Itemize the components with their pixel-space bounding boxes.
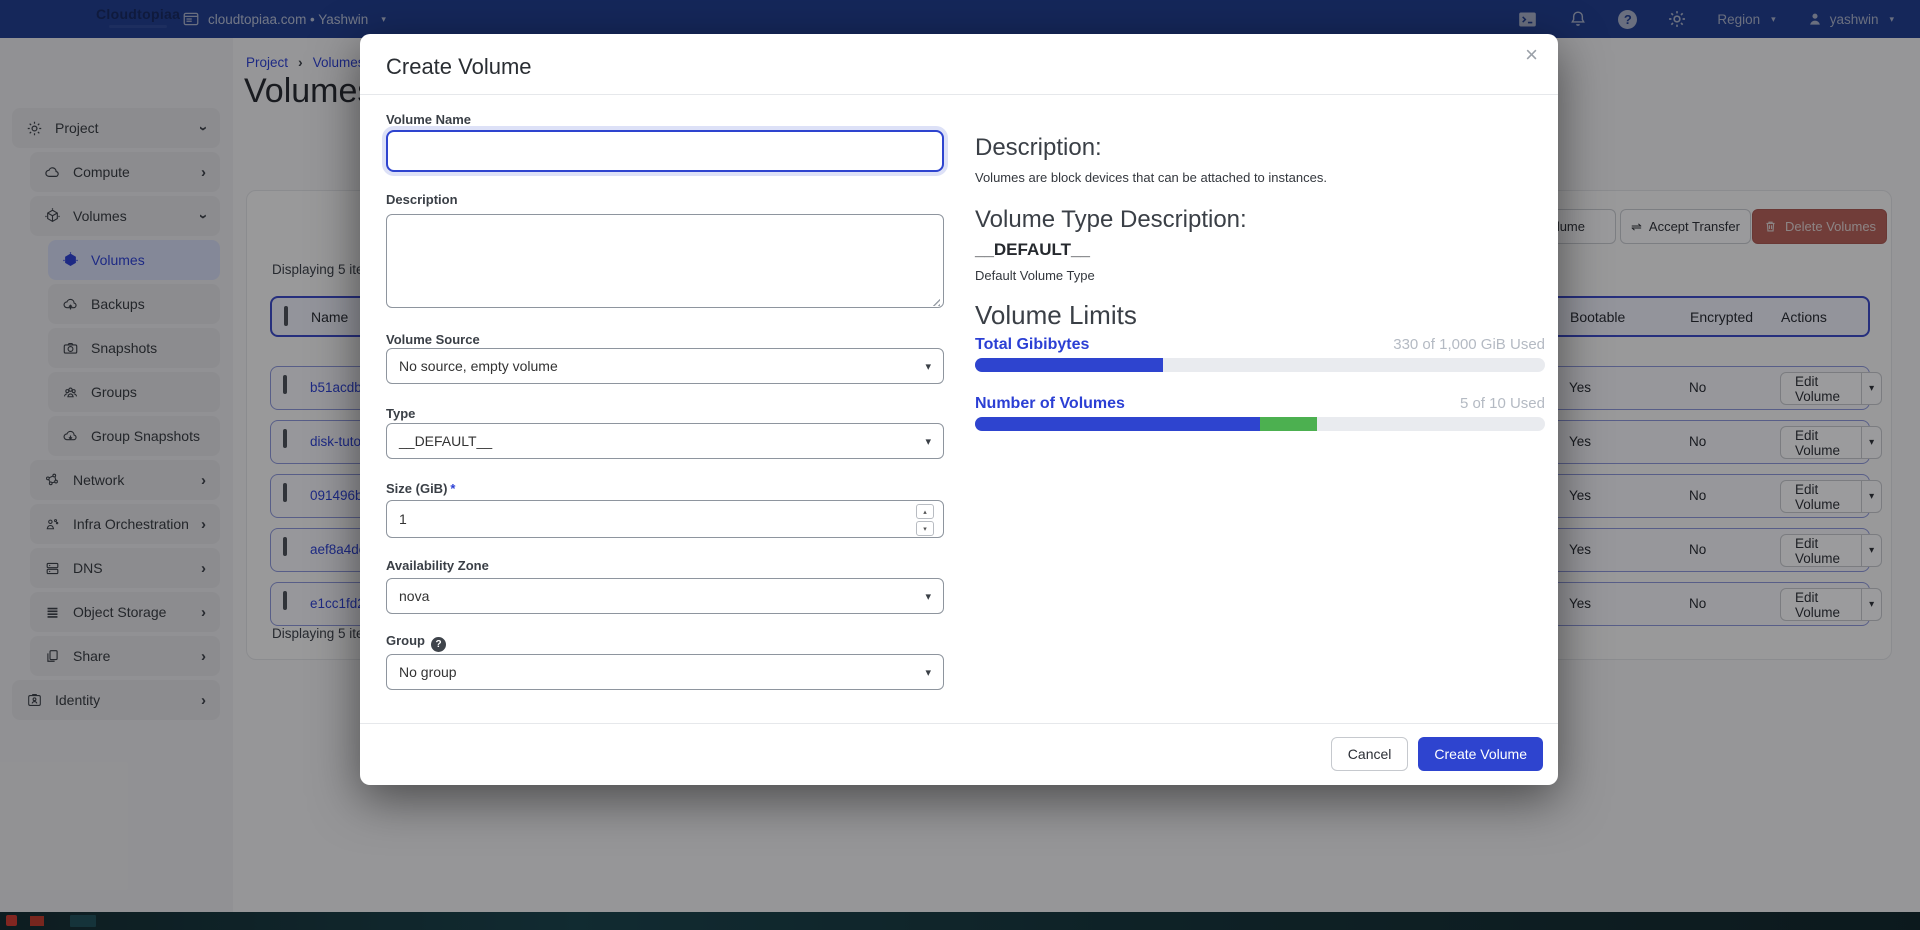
gib-used-text: 330 of 1,000 GiB Used [1393,336,1545,353]
availability-zone-label: Availability Zone [386,558,489,573]
group-value: No group [399,664,457,680]
group-select[interactable]: No group ▾ [386,654,944,690]
close-icon[interactable]: × [1525,42,1538,68]
volume-source-label: Volume Source [386,332,480,347]
volumes-progress-delta [1260,417,1317,431]
stepper-up-icon[interactable]: ▴ [916,504,934,519]
volume-name-input[interactable] [386,130,944,172]
help-icon[interactable]: ? [431,637,446,652]
required-asterisk: * [450,481,455,496]
description-heading: Description: [975,134,1102,162]
type-select[interactable]: __DEFAULT__ ▾ [386,423,944,459]
volume-name-label: Volume Name [386,112,471,127]
description-label: Description [386,192,458,207]
volumes-progress-fill [975,417,1260,431]
volume-count-progress-bar [975,417,1545,431]
caret-down-icon: ▾ [925,666,931,679]
volume-type-name: __DEFAULT__ [975,240,1090,260]
group-label: Group? [386,633,446,652]
gib-progress-bar [975,358,1545,372]
volumes-used-text: 5 of 10 Used [1460,395,1545,412]
create-volume-modal: Create Volume × Volume Name Description … [360,34,1558,785]
volume-type-desc: Default Volume Type [975,268,1095,283]
volume-source-select[interactable]: No source, empty volume ▾ [386,348,944,384]
description-textarea[interactable] [386,214,944,308]
volume-limits-heading: Volume Limits [975,300,1137,331]
modal-title: Create Volume [386,54,532,80]
cancel-button[interactable]: Cancel [1331,737,1409,771]
volume-source-value: No source, empty volume [399,358,558,374]
caret-down-icon: ▾ [925,590,931,603]
volume-count-limit-row: Number of Volumes 5 of 10 Used [975,395,1545,413]
number-of-volumes-label: Number of Volumes [975,395,1125,413]
caret-down-icon: ▾ [925,435,931,448]
divider [360,94,1558,95]
volume-type-heading: Volume Type Description: [975,206,1247,234]
availability-zone-value: nova [399,588,429,604]
size-stepper: ▴ ▾ [916,504,934,536]
size-input[interactable] [386,500,944,538]
type-value: __DEFAULT__ [399,433,492,449]
stepper-down-icon[interactable]: ▾ [916,521,934,536]
caret-down-icon: ▾ [925,360,931,373]
gib-progress-fill [975,358,1163,372]
app-root: Cloudtopiaa cloudtopiaa.com • Yashwin ▾ … [0,0,1920,930]
gib-limit-row: Total Gibibytes 330 of 1,000 GiB Used [975,336,1545,354]
availability-zone-select[interactable]: nova ▾ [386,578,944,614]
create-volume-button[interactable]: Create Volume [1418,737,1543,771]
divider [360,723,1558,724]
modal-footer: Cancel Create Volume [1331,737,1543,771]
total-gibibytes-label: Total Gibibytes [975,336,1089,354]
description-body: Volumes are block devices that can be at… [975,170,1327,185]
type-label: Type [386,406,415,421]
size-label: Size (GiB)* [386,481,455,496]
